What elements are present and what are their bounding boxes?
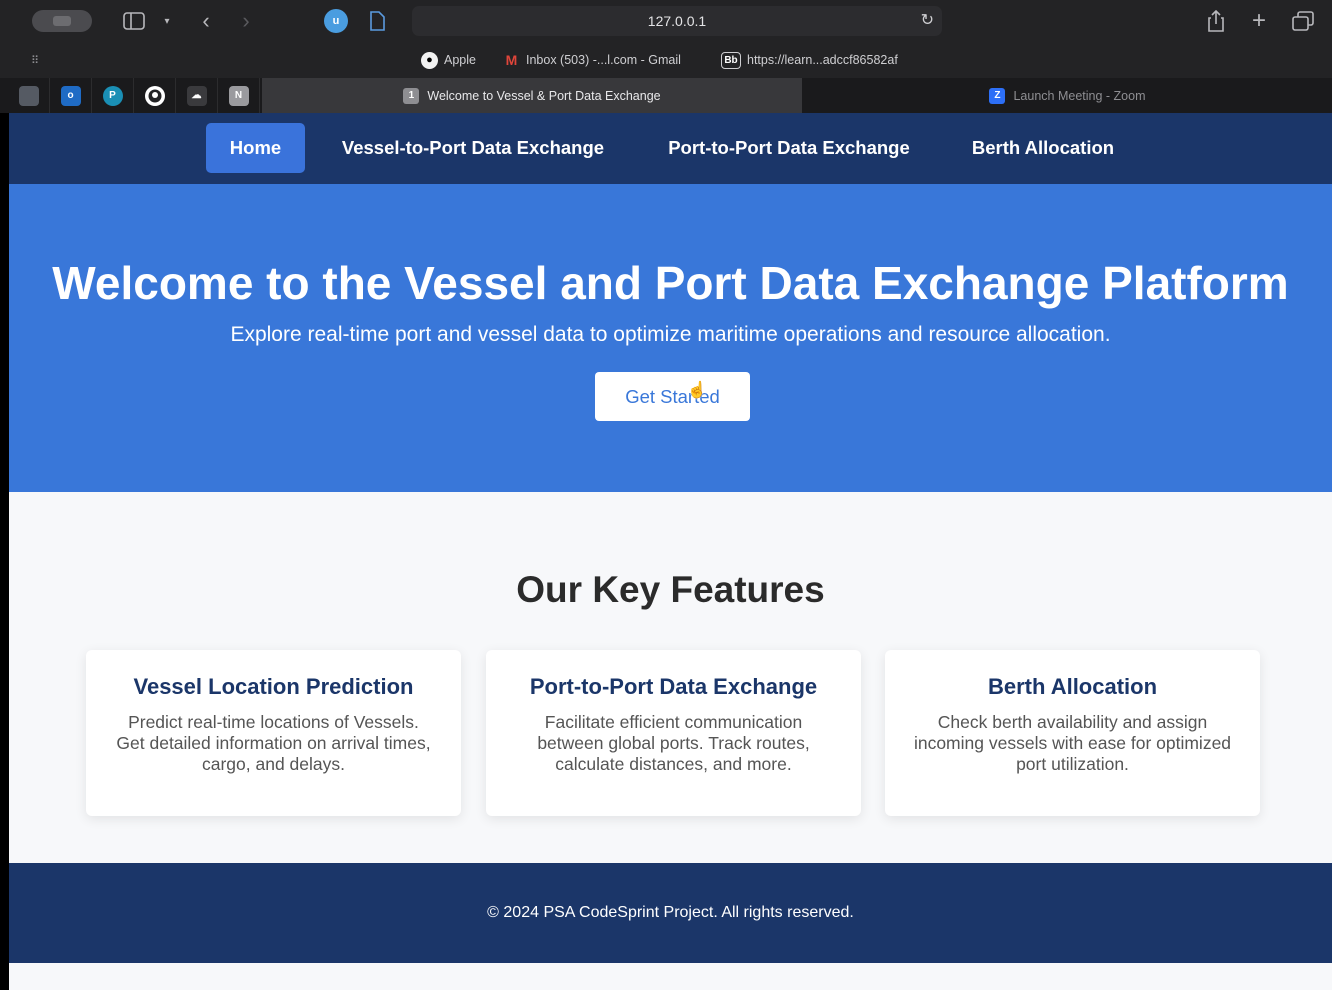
hero-subtitle: Explore real-time port and vessel data t…	[230, 323, 1111, 346]
feature-card-title: Port-to-Port Data Exchange	[529, 674, 818, 699]
footer: © 2024 PSA CodeSprint Project. All right…	[9, 863, 1332, 963]
feature-card-title: Berth Allocation	[987, 674, 1158, 699]
pinned-app-icon	[18, 85, 39, 106]
chevron-down-icon[interactable]: ▾	[160, 12, 174, 30]
tab-title: Welcome to Vessel & Port Data Exchange	[427, 88, 661, 103]
feature-card-vessel-location: Vessel Location Prediction Predict real-…	[86, 650, 461, 816]
browser-toolbar: ▾ ‹ › u 127.0.0.1 ↻ +	[0, 0, 1332, 42]
profile-switcher[interactable]	[32, 10, 92, 32]
top-nav: Home Vessel-to-Port Data Exchange Port-t…	[9, 113, 1332, 184]
nav-home[interactable]: Home	[206, 123, 305, 173]
feature-card-berth-allocation: Berth Allocation Check berth availabilit…	[885, 650, 1260, 816]
gmail-icon: M	[505, 52, 518, 68]
address-text: 127.0.0.1	[647, 13, 707, 29]
hero-title: Welcome to the Vessel and Port Data Exch…	[52, 257, 1289, 309]
feature-card-text: Facilitate efficient communication betwe…	[537, 712, 810, 774]
back-arrow-icon[interactable]: ‹	[196, 8, 216, 33]
get-started-button[interactable]: Get Started	[595, 372, 750, 421]
favorite-apple[interactable]: ● Apple	[421, 50, 476, 70]
pinned-tab[interactable]: o	[50, 78, 92, 113]
favorites-bar: ⠿ ● Apple M Inbox (503) -...l.com - Gmai…	[0, 44, 1332, 76]
hero-section: Welcome to the Vessel and Port Data Exch…	[9, 184, 1332, 492]
tab-overview-icon[interactable]	[1290, 8, 1316, 34]
forward-arrow-icon[interactable]: ›	[236, 8, 256, 33]
nav-port-to-port[interactable]: Port-to-Port Data Exchange	[649, 123, 929, 173]
notion-icon: N	[228, 85, 249, 106]
favorite-label: Apple	[444, 53, 476, 67]
feature-card-port-to-port: Port-to-Port Data Exchange Facilitate ef…	[486, 650, 861, 816]
page-icon[interactable]	[367, 9, 387, 33]
sidebar-toggle-icon[interactable]	[122, 10, 146, 32]
feature-card-title: Vessel Location Prediction	[133, 674, 414, 699]
tab-favicon-icon: 1	[403, 87, 420, 104]
pinned-cloud-icon: ☁	[186, 85, 207, 106]
tab-title: Launch Meeting - Zoom	[1013, 88, 1146, 103]
pinned-tab[interactable]: N	[218, 78, 260, 113]
favorite-label: Inbox (503) -...l.com - Gmail	[526, 53, 681, 67]
zoom-icon: Z	[989, 87, 1006, 104]
reload-icon[interactable]: ↻	[921, 10, 934, 30]
tab-zoom[interactable]: Z Launch Meeting - Zoom	[803, 78, 1332, 113]
share-icon[interactable]	[1204, 8, 1228, 34]
pinned-tabs: o P ☁ N	[8, 78, 260, 113]
feature-card-text: Predict real-time locations of Vessels. …	[116, 712, 431, 774]
pinned-p-icon: P	[102, 85, 123, 106]
grid-icon[interactable]: ⠿	[26, 52, 44, 68]
extension-icon[interactable]: u	[324, 9, 348, 33]
favorite-blackboard[interactable]: Bb https://learn...adccf86582af	[721, 50, 898, 70]
nav-berth-allocation[interactable]: Berth Allocation	[955, 123, 1131, 173]
nav-vessel-to-port[interactable]: Vessel-to-Port Data Exchange	[325, 123, 621, 173]
blackboard-icon: Bb	[721, 51, 741, 69]
pinned-tab[interactable]	[8, 78, 50, 113]
outlook-icon: o	[60, 85, 81, 106]
footer-text: © 2024 PSA CodeSprint Project. All right…	[487, 904, 854, 921]
address-bar[interactable]: 127.0.0.1 ↻	[412, 6, 942, 36]
hand-cursor-icon: ☝	[687, 382, 707, 399]
web-page: Home Vessel-to-Port Data Exchange Port-t…	[9, 113, 1332, 990]
browser-chrome: ▾ ‹ › u 127.0.0.1 ↻ + ⠿ ● Apple M Inbox …	[0, 0, 1332, 113]
new-tab-icon[interactable]: +	[1247, 7, 1271, 34]
apple-icon: ●	[421, 51, 438, 69]
pinned-tab[interactable]: P	[92, 78, 134, 113]
tab-welcome[interactable]: 1 Welcome to Vessel & Port Data Exchange	[262, 78, 802, 113]
tab-bar: o P ☁ N 1 Welcome to Vessel & Port Data …	[0, 78, 1332, 113]
features-title: Our Key Features	[516, 569, 825, 610]
github-icon	[144, 85, 165, 106]
feature-card-text: Check berth availability and assign inco…	[913, 712, 1232, 774]
pinned-tab[interactable]: ☁	[176, 78, 218, 113]
favorite-gmail[interactable]: M Inbox (503) -...l.com - Gmail	[503, 50, 681, 70]
favorite-label: https://learn...adccf86582af	[747, 53, 898, 67]
pinned-tab[interactable]	[134, 78, 176, 113]
